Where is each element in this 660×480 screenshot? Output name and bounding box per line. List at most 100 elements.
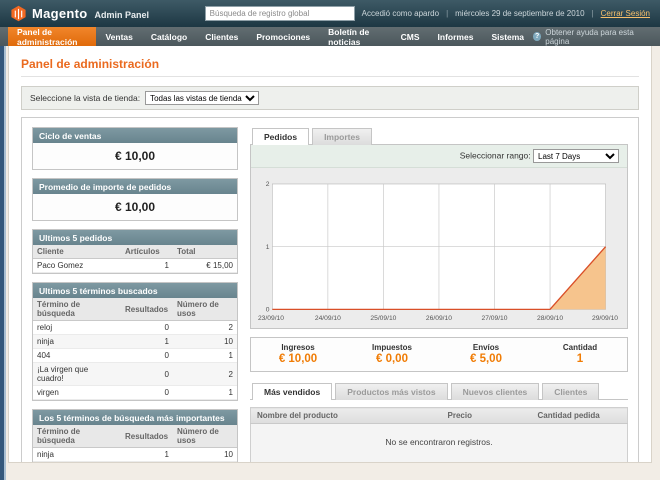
- current-date: miércoles 29 de septiembre de 2010: [455, 9, 584, 18]
- column-header: Nombre del producto: [251, 408, 442, 424]
- tab[interactable]: Nuevos clientes: [451, 383, 540, 400]
- card-title: Ultimos 5 términos buscados: [33, 283, 237, 298]
- header: Magento Admin Panel Accedió como apardo …: [0, 0, 660, 27]
- nav-item[interactable]: Ventas: [96, 27, 141, 46]
- table-cell: 0: [121, 462, 173, 464]
- table-row[interactable]: ninja110: [33, 335, 237, 349]
- stat: Envíos€ 5,00: [439, 343, 533, 365]
- svg-text:24/09/10: 24/09/10: [315, 315, 341, 322]
- column-header: Número de usos: [173, 425, 237, 448]
- table-cell: 0: [121, 386, 173, 400]
- average-order-card: Promedio de importe de pedidos € 10,00: [32, 178, 238, 221]
- help-label: Obtener ayuda para esta página: [545, 28, 650, 46]
- empty-message: No se encontraron registros.: [251, 424, 628, 463]
- card-value: € 10,00: [33, 194, 237, 220]
- svg-text:1: 1: [266, 244, 270, 251]
- store-view-select[interactable]: Todas las vistas de tienda: [145, 91, 259, 105]
- table-row[interactable]: virgen01: [33, 386, 237, 400]
- title-divider: [21, 76, 639, 77]
- stat-label: Ingresos: [251, 343, 345, 352]
- tab[interactable]: Clientes: [542, 383, 599, 400]
- store-view-label: Seleccione la vista de tienda:: [30, 93, 140, 103]
- logout-link[interactable]: Cerrar Sesión: [601, 9, 650, 18]
- tab[interactable]: Pedidos: [252, 128, 309, 145]
- stat-label: Impuestos: [345, 343, 439, 352]
- last-search-terms-table: Término de búsquedaResultadosNúmero de u…: [33, 298, 237, 400]
- table-row[interactable]: reloj02: [33, 462, 237, 464]
- logo-title: Magento: [32, 6, 88, 21]
- table-cell: 1: [173, 349, 237, 363]
- column-header: Término de búsqueda: [33, 298, 121, 321]
- nav-item[interactable]: CMS: [392, 27, 429, 46]
- content-panel: Panel de administración Seleccione la vi…: [8, 46, 652, 463]
- chart-toolbar: Seleccionar rango: Last 7 Days: [251, 145, 627, 168]
- table-row[interactable]: ninja110: [33, 448, 237, 462]
- table-row[interactable]: ¡La virgen que cuadro!02: [33, 363, 237, 386]
- svg-text:29/09/10: 29/09/10: [592, 315, 618, 322]
- table-cell: 10: [173, 335, 237, 349]
- top-search-terms-table: Término de búsquedaResultadosNúmero de u…: [33, 425, 237, 463]
- last-search-terms-card: Ultimos 5 términos buscados Término de b…: [32, 282, 238, 401]
- stat-value: € 10,00: [251, 353, 345, 365]
- table-row[interactable]: reloj02: [33, 321, 237, 335]
- nav-item[interactable]: Promociones: [247, 27, 319, 46]
- column-header: Total: [173, 245, 237, 259]
- table-cell: 0: [121, 321, 173, 335]
- last-orders-table: ClienteArtículosTotalPaco Gomez1€ 15,00: [33, 245, 237, 273]
- sidebar-column: Ciclo de ventas € 10,00 Promedio de impo…: [32, 127, 238, 463]
- nav-item[interactable]: Clientes: [196, 27, 247, 46]
- table-cell: 1: [173, 386, 237, 400]
- column-header: Artículos: [121, 245, 173, 259]
- table-row[interactable]: Paco Gomez1€ 15,00: [33, 259, 237, 273]
- range-select[interactable]: Last 7 Days: [533, 149, 619, 163]
- table-cell: ninja: [33, 448, 121, 462]
- global-search-input[interactable]: [205, 6, 355, 21]
- help-link[interactable]: ? Obtener ayuda para esta página: [533, 27, 660, 46]
- main-nav: Panel de administraciónVentasCatálogoCli…: [0, 27, 660, 46]
- range-label: Seleccionar rango:: [460, 151, 531, 161]
- nav-item[interactable]: Informes: [429, 27, 483, 46]
- tab[interactable]: Productos más vistos: [335, 383, 447, 400]
- column-header: Resultados: [121, 298, 173, 321]
- column-header: Precio: [442, 408, 532, 424]
- sales-cycle-card: Ciclo de ventas € 10,00: [32, 127, 238, 170]
- column-header: Cliente: [33, 245, 121, 259]
- card-title: Promedio de importe de pedidos: [33, 179, 237, 194]
- tab[interactable]: Más vendidos: [252, 383, 332, 400]
- nav-item[interactable]: Boletín de noticias: [319, 27, 391, 46]
- dashboard: Ciclo de ventas € 10,00 Promedio de impo…: [21, 117, 639, 463]
- stat: Cantidad1: [533, 343, 627, 365]
- svg-text:28/09/10: 28/09/10: [537, 315, 563, 322]
- orders-chart: 01223/09/1024/09/1025/09/1026/09/1027/09…: [257, 174, 619, 326]
- page-left-border: [0, 0, 6, 480]
- nav-item[interactable]: Sistema: [482, 27, 533, 46]
- header-separator: |: [592, 9, 594, 18]
- stat-label: Cantidad: [533, 343, 627, 352]
- table-row[interactable]: 40401: [33, 349, 237, 363]
- table-cell: 1: [121, 259, 173, 273]
- table-cell: ninja: [33, 335, 121, 349]
- empty-row: No se encontraron registros.: [251, 424, 628, 463]
- tab[interactable]: Importes: [312, 128, 372, 145]
- chart-tabs: PedidosImportes: [250, 127, 628, 145]
- svg-text:27/09/10: 27/09/10: [481, 315, 507, 322]
- table-cell: reloj: [33, 321, 121, 335]
- column-header: Número de usos: [173, 298, 237, 321]
- stat: Impuestos€ 0,00: [345, 343, 439, 365]
- column-header: Resultados: [121, 425, 173, 448]
- stat-value: 1: [533, 353, 627, 365]
- nav-item[interactable]: Catálogo: [142, 27, 196, 46]
- stats-bar: Ingresos€ 10,00Impuestos€ 0,00Envíos€ 5,…: [250, 337, 628, 372]
- nav-item[interactable]: Panel de administración: [8, 27, 96, 46]
- svg-text:2: 2: [266, 181, 270, 188]
- table-cell: 10: [173, 448, 237, 462]
- header-separator: |: [446, 9, 448, 18]
- bottom-tabs: Más vendidosProductos más vistosNuevos c…: [250, 382, 628, 400]
- table-cell: virgen: [33, 386, 121, 400]
- table-cell: 0: [121, 349, 173, 363]
- table-cell: ¡La virgen que cuadro!: [33, 363, 121, 386]
- card-title: Ultimos 5 pedidos: [33, 230, 237, 245]
- chart-area: 01223/09/1024/09/1025/09/1026/09/1027/09…: [251, 168, 627, 328]
- column-header: Término de búsqueda: [33, 425, 121, 448]
- stat-value: € 5,00: [439, 353, 533, 365]
